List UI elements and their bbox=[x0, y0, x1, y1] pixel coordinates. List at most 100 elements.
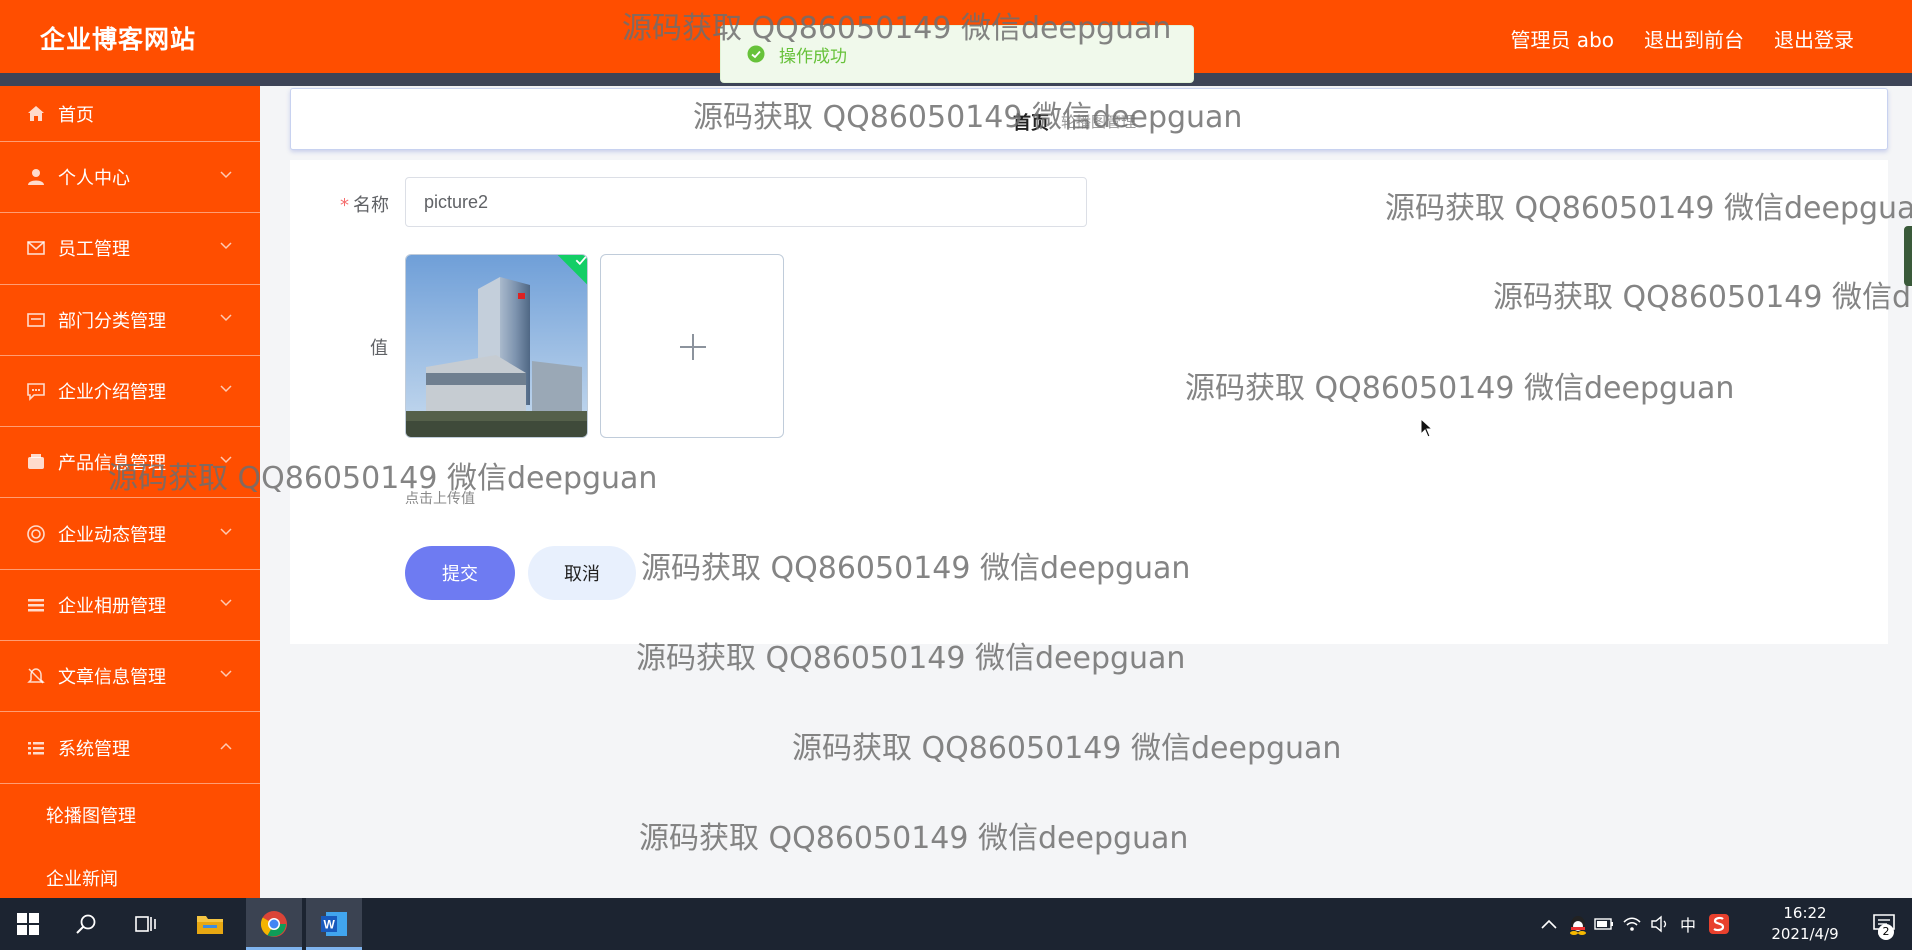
name-label-text: 名称 bbox=[353, 195, 389, 216]
chevron-down-icon bbox=[220, 456, 232, 464]
sidebar-subitem-label: 轮播图管理 bbox=[46, 806, 136, 828]
sidebar-subitem-carousel[interactable]: 轮播图管理 bbox=[0, 784, 260, 847]
admin-user-label[interactable]: 管理员 abo bbox=[1510, 24, 1614, 53]
battery-icon[interactable] bbox=[1594, 917, 1614, 931]
clock-time: 16:22 bbox=[1783, 904, 1827, 922]
chevron-up-icon[interactable] bbox=[1540, 918, 1558, 930]
menu-icon bbox=[26, 738, 46, 758]
sidebar-item-article[interactable]: 文章信息管理 bbox=[0, 641, 260, 713]
volume-icon[interactable] bbox=[1650, 915, 1670, 933]
watermark: 源码获取 QQ86050149 微信deepguan bbox=[1493, 280, 1912, 315]
value-label: 值 bbox=[370, 338, 388, 359]
breadcrumb-current: 轮播图管理 bbox=[1061, 113, 1137, 131]
sidebar-item-news[interactable]: 企业动态管理 bbox=[0, 498, 260, 570]
sidebar-subitem-label: 企业新闻 bbox=[46, 869, 118, 891]
file-explorer-button[interactable] bbox=[182, 898, 238, 950]
chrome-icon bbox=[260, 911, 287, 937]
system-tray: 中 bbox=[1540, 898, 1730, 950]
sidebar-item-label: 产品信息管理 bbox=[58, 453, 166, 475]
sidebar-item-product[interactable]: 产品信息管理 bbox=[0, 427, 260, 499]
required-asterisk: * bbox=[340, 195, 349, 216]
breadcrumb-home[interactable]: 首页 bbox=[1013, 109, 1049, 135]
sidebar-item-personal-center[interactable]: 个人中心 bbox=[0, 142, 260, 214]
name-input[interactable] bbox=[405, 177, 1087, 227]
upload-hint: 点击上传值 bbox=[405, 491, 475, 507]
card-icon bbox=[26, 310, 46, 330]
start-button[interactable] bbox=[0, 898, 56, 950]
windows-taskbar: W 中 16:22 2021/4/9 2 bbox=[0, 898, 1912, 950]
watermark: 源码获取 QQ86050149 微信deepguan bbox=[639, 821, 1189, 856]
chevron-down-icon bbox=[220, 171, 232, 179]
chevron-down-icon bbox=[220, 385, 232, 393]
site-logo[interactable]: 企业博客网站 bbox=[40, 20, 196, 56]
sidebar-item-label: 企业相册管理 bbox=[58, 595, 166, 617]
sidebar-item-album[interactable]: 企业相册管理 bbox=[0, 570, 260, 642]
task-view-button[interactable] bbox=[118, 898, 174, 950]
wifi-icon[interactable] bbox=[1622, 915, 1642, 933]
back-to-front-link[interactable]: 退出到前台 bbox=[1644, 24, 1744, 53]
sidebar-item-intro[interactable]: 企业介绍管理 bbox=[0, 356, 260, 428]
sidebar-item-system[interactable]: 系统管理 bbox=[0, 712, 260, 784]
sidebar-item-label: 企业介绍管理 bbox=[58, 382, 166, 404]
clock[interactable]: 16:22 2021/4/9 bbox=[1762, 903, 1848, 945]
mouse-cursor-icon bbox=[1420, 418, 1434, 438]
plus-icon bbox=[680, 334, 706, 360]
sogou-input-icon[interactable] bbox=[1708, 913, 1730, 935]
word-button[interactable]: W bbox=[306, 898, 362, 950]
breadcrumb-card: 首页 轮播图管理 bbox=[290, 88, 1888, 150]
task-view-icon bbox=[135, 916, 156, 932]
wallet-icon bbox=[26, 452, 46, 472]
scrollbar-thumb[interactable] bbox=[1904, 226, 1912, 286]
user-icon bbox=[26, 167, 46, 187]
sidebar: 首页 个人中心 员工管理 部门分类管理 企业介绍管理 产品信息管理 企业动态管理… bbox=[0, 86, 260, 898]
mail-icon bbox=[26, 238, 46, 258]
toast-message: 操作成功 bbox=[779, 46, 847, 67]
bell-off-icon bbox=[26, 666, 46, 686]
check-icon bbox=[575, 255, 587, 266]
sidebar-item-label: 员工管理 bbox=[58, 239, 130, 261]
list-icon bbox=[26, 595, 46, 615]
sidebar-item-label: 首页 bbox=[58, 104, 94, 126]
watermark-clip: 源码获取 QQ86050149 微信deepguan bbox=[1493, 272, 1912, 316]
folder-icon bbox=[197, 916, 223, 934]
chrome-button[interactable] bbox=[246, 898, 302, 950]
windows-icon bbox=[17, 913, 39, 935]
sidebar-item-employee[interactable]: 员工管理 bbox=[0, 213, 260, 285]
chevron-up-icon bbox=[220, 742, 232, 750]
chevron-down-icon bbox=[220, 314, 232, 321]
name-label: * 名称 bbox=[340, 191, 389, 217]
logout-link[interactable]: 退出登录 bbox=[1774, 24, 1854, 53]
watermark: 源码获取 QQ86050149 微信deepguan bbox=[792, 731, 1342, 766]
notification-count-badge: 2 bbox=[1878, 924, 1894, 940]
sidebar-item-label: 个人中心 bbox=[58, 168, 130, 190]
sidebar-item-label: 企业动态管理 bbox=[58, 524, 166, 546]
ime-indicator[interactable]: 中 bbox=[1680, 912, 1696, 936]
word-icon: W bbox=[321, 912, 347, 936]
header-actions: 管理员 abo 退出到前台 退出登录 bbox=[1510, 24, 1854, 53]
building-image bbox=[406, 255, 587, 437]
clock-date: 2021/4/9 bbox=[1771, 925, 1839, 943]
chevron-down-icon bbox=[220, 670, 232, 678]
chat-icon bbox=[26, 381, 46, 401]
sidebar-item-label: 系统管理 bbox=[58, 738, 130, 760]
success-toast: 操作成功 bbox=[720, 25, 1194, 83]
sidebar-subitem-company-news[interactable]: 企业新闻 bbox=[0, 847, 260, 898]
search-icon bbox=[76, 914, 96, 934]
uploaded-image-thumbnail[interactable] bbox=[405, 254, 588, 438]
sidebar-item-label: 文章信息管理 bbox=[58, 667, 166, 689]
sidebar-item-label: 部门分类管理 bbox=[58, 310, 166, 332]
breadcrumb: 首页 轮播图管理 bbox=[1013, 109, 1136, 135]
success-check-icon bbox=[747, 45, 765, 63]
sidebar-item-home[interactable]: 首页 bbox=[0, 86, 260, 142]
upload-button[interactable] bbox=[600, 254, 784, 438]
chevron-down-icon bbox=[220, 242, 232, 250]
home-icon bbox=[26, 104, 46, 124]
chevron-down-icon bbox=[220, 599, 232, 606]
sidebar-item-department[interactable]: 部门分类管理 bbox=[0, 285, 260, 356]
cancel-button[interactable]: 取消 bbox=[528, 546, 636, 600]
search-button[interactable] bbox=[58, 898, 114, 950]
submit-button[interactable]: 提交 bbox=[405, 546, 515, 600]
qq-icon[interactable] bbox=[1568, 913, 1588, 935]
chevron-down-icon bbox=[220, 528, 232, 535]
target-icon bbox=[26, 524, 46, 544]
